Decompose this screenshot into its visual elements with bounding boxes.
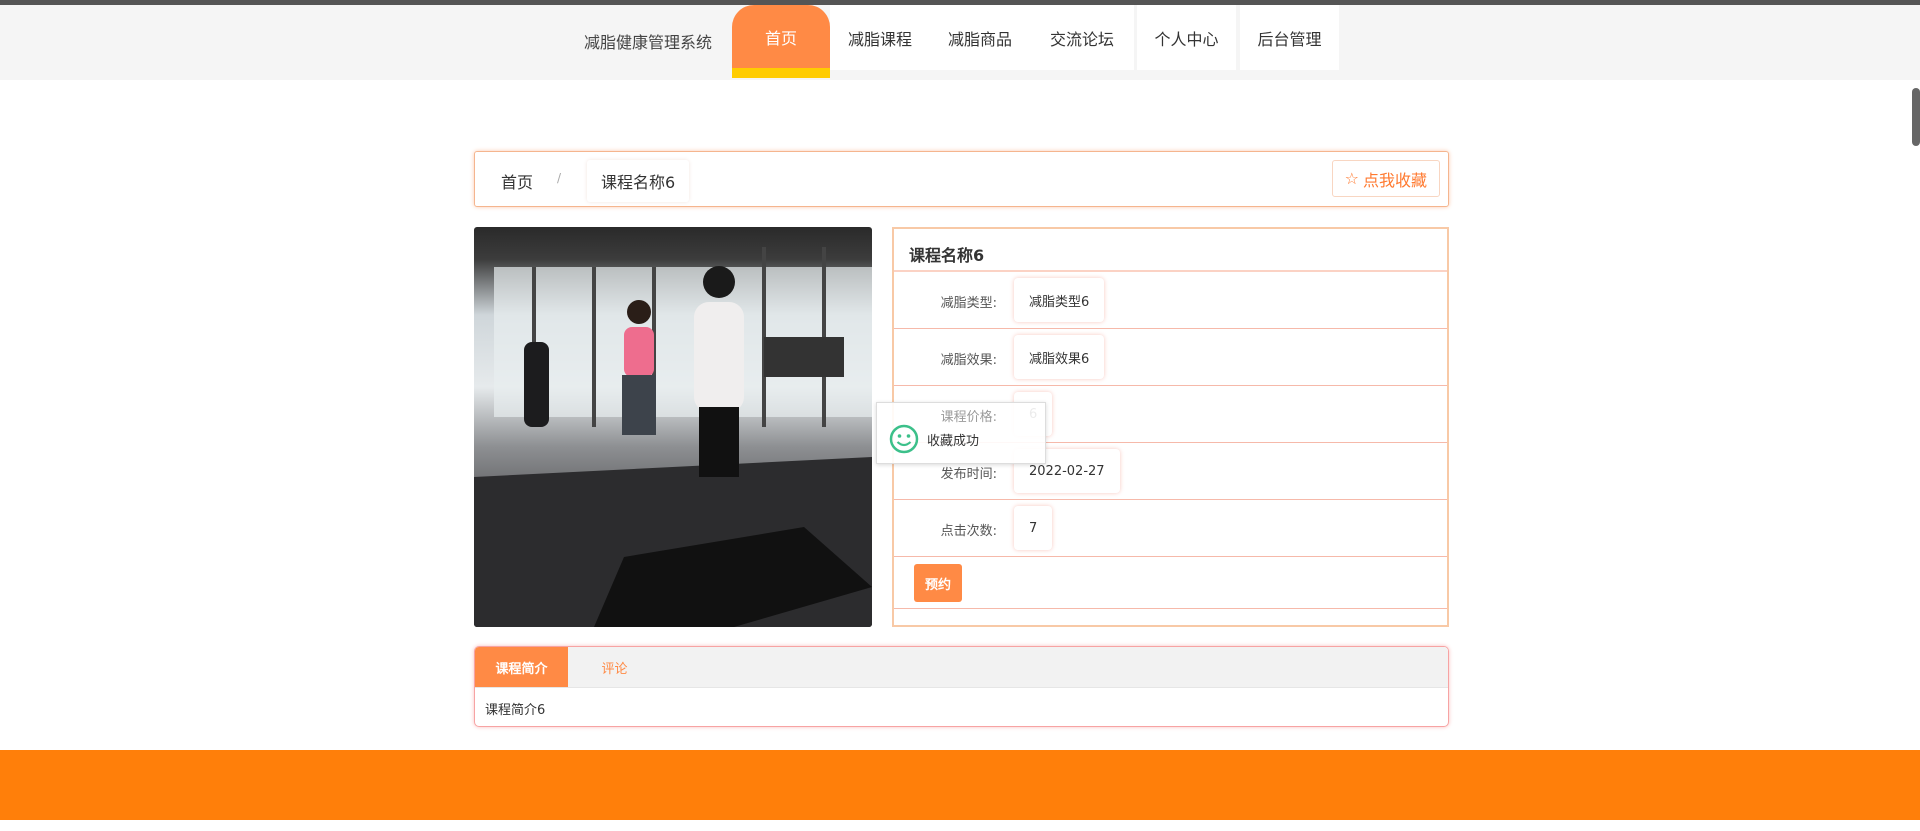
- tab-bar: 课程简介 评论: [475, 647, 1448, 688]
- detail-row-type: 减脂类型: 减脂类型6: [894, 272, 1447, 329]
- nav-home[interactable]: 首页: [732, 5, 830, 78]
- book-button[interactable]: 预约: [914, 564, 962, 602]
- course-tabs: 课程简介 评论 课程简介6: [474, 646, 1449, 727]
- action-row: 预约: [894, 557, 1447, 609]
- field-value: 7: [1014, 506, 1053, 550]
- scrollbar[interactable]: [1912, 88, 1920, 146]
- breadcrumb-current: 课程名称6: [587, 160, 689, 202]
- nav-forum[interactable]: 交流论坛: [1030, 5, 1134, 70]
- breadcrumb-home[interactable]: 首页: [501, 169, 533, 193]
- field-label: 课程价格:: [940, 410, 997, 425]
- detail-row-clicks: 点击次数: 7: [894, 500, 1447, 557]
- star-icon: ☆: [1344, 169, 1359, 188]
- nav-personal-center[interactable]: 个人中心: [1137, 5, 1236, 70]
- field-value: 减脂效果6: [1014, 335, 1105, 379]
- breadcrumb-separator: /: [557, 171, 562, 185]
- tab-content: 课程简介6: [485, 703, 546, 718]
- field-value: 减脂类型6: [1014, 278, 1105, 322]
- treadmill-photo: [474, 247, 872, 627]
- favorite-label: 点我收藏: [1362, 170, 1427, 190]
- field-label: 点击次数:: [940, 524, 997, 539]
- toast-text: 收藏成功: [927, 433, 980, 449]
- site-brand: 减脂健康管理系统: [584, 33, 713, 52]
- course-title: 课程名称6: [894, 229, 1447, 272]
- nav-admin[interactable]: 后台管理: [1240, 5, 1339, 70]
- field-label: 减脂效果:: [940, 353, 997, 368]
- footer: [0, 750, 1920, 820]
- field-label: 减脂类型:: [940, 296, 997, 311]
- field-label: 发布时间:: [940, 467, 997, 482]
- smile-icon: [889, 424, 919, 454]
- favorite-button[interactable]: ☆ 点我收藏: [1331, 160, 1440, 197]
- breadcrumb: 首页 / 课程名称6 ☆ 点我收藏: [474, 151, 1449, 207]
- nav-courses[interactable]: 减脂课程: [830, 5, 930, 70]
- tab-intro[interactable]: 课程简介: [475, 647, 568, 687]
- detail-row-effect: 减脂效果: 减脂效果6: [894, 329, 1447, 386]
- nav-products[interactable]: 减脂商品: [930, 5, 1030, 70]
- course-image: [474, 227, 872, 627]
- tab-comments[interactable]: 评论: [568, 647, 661, 687]
